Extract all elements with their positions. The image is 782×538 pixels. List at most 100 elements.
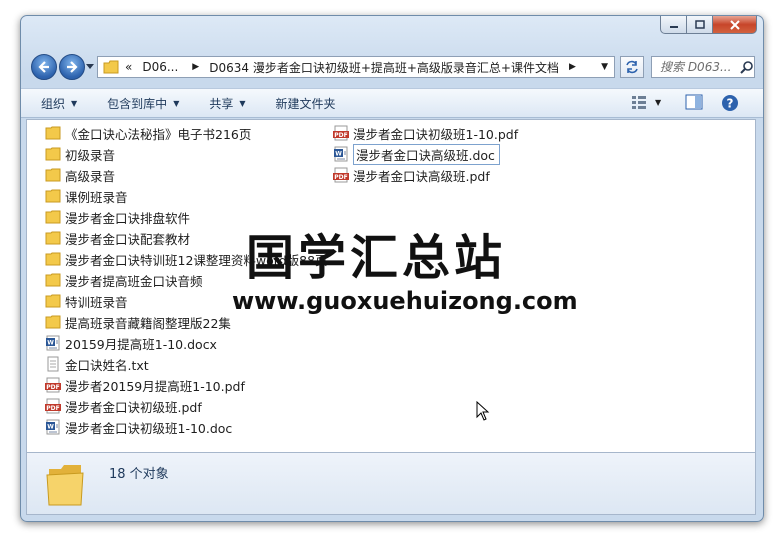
file-name: 漫步者金口诀排盘软件 — [65, 210, 191, 226]
include-in-library-button[interactable]: 包含到库中 ▼ — [107, 95, 179, 112]
file-list-item[interactable]: 课例班录音 — [45, 186, 128, 206]
chevron-down-icon: ▼ — [239, 98, 246, 108]
refresh-button[interactable] — [620, 56, 644, 78]
file-list-item[interactable]: PDF 漫步者20159月提高班1-10.pdf — [45, 375, 245, 395]
file-name: 漫步者金口诀配套教材 — [65, 231, 191, 247]
folder-icon — [45, 209, 61, 225]
file-name: 提高班录音藏籍阁整理版22集 — [65, 315, 231, 331]
breadcrumb-current[interactable]: D0634 漫步者金口诀初级班+提高班+高级版录音汇总+课件文档 — [209, 59, 559, 76]
address-bar[interactable]: « D06... ▶ D0634 漫步者金口诀初级班+提高班+高级版录音汇总+课… — [97, 56, 615, 78]
maximize-button[interactable] — [687, 16, 713, 34]
file-list-item[interactable]: W 20159月提高班1-10.docx — [45, 333, 217, 353]
word-doc-icon: W — [45, 419, 61, 435]
close-button[interactable] — [713, 16, 757, 34]
file-list-item[interactable]: 《金口诀心法秘指》电子书216页 — [45, 123, 251, 143]
watermark-title: 国学汇总站 — [246, 230, 507, 286]
file-list-item[interactable]: PDF 漫步者金口诀高级班.pdf — [333, 165, 490, 185]
file-list-item[interactable]: PDF 漫步者金口诀初级班1-10.pdf — [333, 123, 518, 143]
breadcrumb-separator-icon[interactable]: ▶ — [192, 62, 199, 72]
preview-pane-icon — [685, 94, 703, 110]
refresh-icon — [626, 60, 638, 74]
svg-text:PDF: PDF — [46, 405, 59, 412]
search-box[interactable] — [651, 56, 755, 78]
file-name: 20159月提高班1-10.docx — [65, 336, 217, 352]
file-list-item[interactable]: 金口诀姓名.txt — [45, 354, 149, 374]
back-button[interactable] — [31, 54, 57, 80]
folder-icon — [45, 251, 61, 267]
view-chevron-down-icon[interactable]: ▼ — [655, 98, 661, 107]
svg-text:W: W — [47, 424, 54, 431]
file-name: 初级录音 — [65, 147, 116, 163]
view-list-icon — [632, 96, 646, 109]
file-name: 漫步者金口诀初级班1-10.doc — [65, 420, 233, 436]
file-name: 《金口诀心法秘指》电子书216页 — [65, 126, 252, 142]
preview-pane-button[interactable] — [685, 94, 703, 113]
share-label: 共享 — [209, 96, 234, 111]
back-arrow-icon — [38, 61, 49, 73]
folder-icon — [45, 272, 61, 288]
file-list-item[interactable]: 初级录音 — [45, 144, 115, 164]
folder-icon — [45, 293, 61, 309]
folder-icon — [45, 125, 61, 141]
svg-text:W: W — [335, 151, 342, 158]
share-button[interactable]: 共享 ▼ — [209, 95, 245, 112]
address-prefix[interactable]: « — [125, 60, 132, 74]
folder-icon — [45, 167, 61, 183]
command-bar: 组织 ▼ 包含到库中 ▼ 共享 ▼ 新建文件夹 ▼ ? — [21, 88, 763, 118]
file-list-item[interactable]: 漫步者提高班金口诀音频 — [45, 270, 203, 290]
file-name: 特训班录音 — [65, 294, 128, 310]
new-folder-button[interactable]: 新建文件夹 — [276, 95, 336, 112]
include-in-library-label: 包含到库中 — [107, 96, 168, 111]
file-list-item[interactable]: PDF 漫步者金口诀初级班.pdf — [45, 396, 202, 416]
details-pane: 18 个对象 — [26, 453, 756, 515]
file-name: 漫步者金口诀初级班1-10.pdf — [353, 126, 519, 142]
address-row: « D06... ▶ D0634 漫步者金口诀初级班+提高班+高级版录音汇总+课… — [27, 52, 757, 82]
file-list-item[interactable]: 漫步者金口诀排盘软件 — [45, 207, 190, 227]
file-name: 漫步者金口诀高级班.doc — [353, 143, 500, 165]
minimize-button[interactable] — [660, 16, 687, 34]
folder-icon — [45, 230, 61, 246]
file-name: 漫步者金口诀高级班.pdf — [353, 168, 490, 184]
mouse-cursor-icon — [476, 401, 490, 421]
chevron-down-icon: ▼ — [173, 98, 180, 108]
item-count: 18 个对象 — [109, 467, 169, 482]
organize-label: 组织 — [41, 96, 66, 111]
file-list-item[interactable]: W 漫步者金口诀初级班1-10.doc — [45, 417, 232, 437]
file-name: 漫步者20159月提高班1-10.pdf — [65, 378, 245, 394]
search-icon[interactable] — [740, 60, 754, 74]
chevron-down-icon: ▼ — [71, 98, 78, 108]
watermark-url: www.guoxuehuizong.com — [232, 287, 578, 315]
word-doc-icon: W — [333, 146, 349, 162]
svg-text:PDF: PDF — [46, 384, 59, 391]
breadcrumb-short[interactable]: D06... — [142, 60, 178, 74]
svg-text:PDF: PDF — [334, 132, 347, 139]
history-dropdown-icon[interactable] — [86, 64, 94, 70]
svg-text:PDF: PDF — [334, 174, 347, 181]
caption-buttons — [660, 16, 757, 34]
forward-arrow-icon — [67, 61, 78, 73]
search-input[interactable] — [658, 59, 740, 75]
help-icon: ? — [722, 95, 738, 111]
organize-button[interactable]: 组织 ▼ — [41, 95, 77, 112]
file-list-item[interactable]: W 漫步者金口诀高级班.doc — [333, 143, 500, 165]
word-doc-icon: W — [45, 335, 61, 351]
new-folder-label: 新建文件夹 — [275, 96, 336, 111]
view-options-button[interactable] — [631, 94, 647, 113]
file-name: 漫步者金口诀初级班.pdf — [65, 399, 202, 415]
file-name: 金口诀姓名.txt — [65, 357, 149, 373]
file-list-item[interactable]: 特训班录音 — [45, 291, 128, 311]
file-list-item[interactable]: 提高班录音藏籍阁整理版22集 — [45, 312, 231, 332]
minimize-icon — [669, 25, 678, 28]
svg-text:W: W — [47, 340, 54, 347]
close-icon — [729, 19, 740, 30]
text-file-icon — [45, 356, 61, 372]
file-name: 漫步者提高班金口诀音频 — [65, 273, 203, 289]
file-list-item[interactable]: 高级录音 — [45, 165, 115, 185]
folder-icon — [45, 188, 61, 204]
breadcrumb-separator-icon[interactable]: ▶ — [569, 62, 576, 72]
file-list-item[interactable]: 漫步者金口诀配套教材 — [45, 228, 190, 248]
help-button[interactable]: ? — [721, 94, 739, 115]
folder-icon — [45, 314, 61, 330]
address-dropdown-icon[interactable]: ▼ — [601, 62, 608, 72]
forward-button[interactable] — [59, 54, 85, 80]
